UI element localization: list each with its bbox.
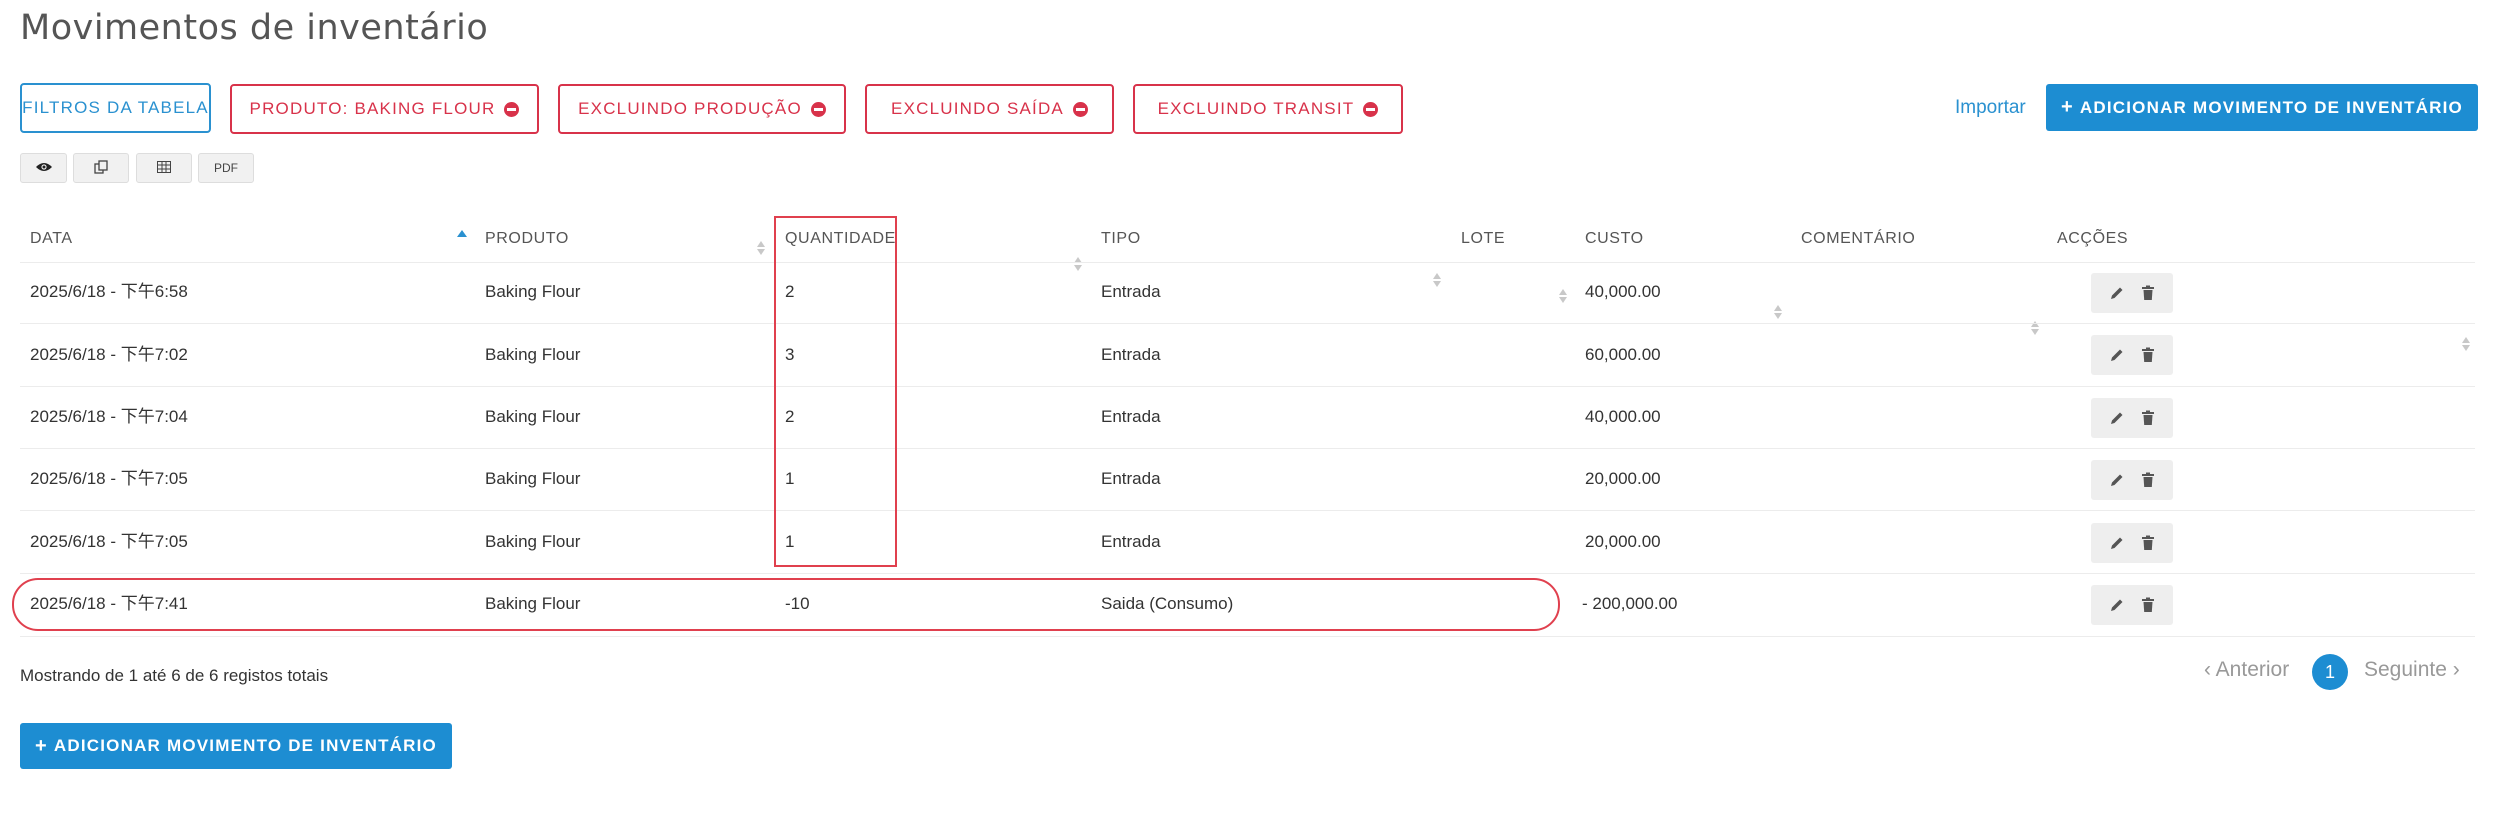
pencil-icon[interactable] (2106, 344, 2128, 366)
column-header-type[interactable]: TIPO (1101, 224, 1141, 254)
pencil-icon[interactable] (2106, 407, 2128, 429)
filter-chip-excluding-exit[interactable]: EXCLUINDO SAÍDA (865, 84, 1114, 134)
copy-icon (94, 159, 108, 177)
remove-filter-icon[interactable] (1072, 101, 1088, 117)
cell-cost: 20,000.00 (1585, 532, 1661, 551)
column-header-actions[interactable]: ACÇÕES (2057, 224, 2128, 254)
cell-cost: 40,000.00 (1585, 407, 1661, 426)
pencil-icon[interactable] (2106, 532, 2128, 554)
row-divider (20, 448, 2475, 449)
cell-cost: - 200,000.00 (1582, 594, 1678, 613)
row-divider (20, 323, 2475, 324)
pencil-icon[interactable] (2106, 282, 2128, 304)
sort-icon[interactable] (2461, 336, 2471, 352)
row-actions (2091, 523, 2173, 563)
add-inventory-movement-label: ADICIONAR MOVIMENTO DE INVENTÁRIO (53, 736, 437, 755)
pdf-export-button[interactable]: PDF (198, 153, 254, 183)
cell-date: 2025/6/18 - 下午7:04 (30, 407, 188, 426)
remove-filter-icon[interactable] (810, 101, 826, 117)
filter-chip-label: EXCLUINDO PRODUÇÃO (578, 99, 802, 118)
row-actions (2091, 585, 2173, 625)
filter-chip-label: EXCLUINDO SAÍDA (891, 99, 1064, 118)
column-header-lot[interactable]: LOTE (1461, 224, 1505, 254)
filter-chip-excluding-production[interactable]: EXCLUINDO PRODUÇÃO (558, 84, 846, 134)
trash-icon[interactable] (2137, 532, 2159, 554)
table-filters-button[interactable]: FILTROS DA TABELA (20, 83, 211, 133)
pagination-page-current[interactable]: 1 (2312, 654, 2348, 690)
pdf-label: PDF (214, 161, 238, 175)
cell-cost: 40,000.00 (1585, 282, 1661, 301)
cell-type: Entrada (1101, 532, 1161, 551)
cell-type: Entrada (1101, 407, 1161, 426)
pagination-next[interactable]: Seguinte › (2364, 658, 2460, 682)
add-inventory-movement-button-bottom[interactable]: + ADICIONAR MOVIMENTO DE INVENTÁRIO (20, 723, 452, 769)
row-actions (2091, 398, 2173, 438)
pencil-icon[interactable] (2106, 594, 2128, 616)
sort-icon[interactable] (1558, 288, 1568, 304)
plus-icon: + (35, 734, 48, 757)
sort-icon[interactable] (1073, 256, 1083, 272)
trash-icon[interactable] (2137, 594, 2159, 616)
cell-type: Entrada (1101, 345, 1161, 364)
table-header-divider (20, 262, 2475, 263)
column-header-cost[interactable]: CUSTO (1585, 224, 1644, 254)
cell-type: Entrada (1101, 469, 1161, 488)
quantity-column-highlight (774, 216, 897, 567)
trash-icon[interactable] (2137, 407, 2159, 429)
row-actions (2091, 460, 2173, 500)
cell-date: 2025/6/18 - 下午7:05 (30, 532, 188, 551)
row-actions (2091, 335, 2173, 375)
row-divider (20, 386, 2475, 387)
column-header-date[interactable]: DATA (30, 224, 73, 254)
page-title: Movimentos de inventário (20, 8, 489, 48)
sort-ascending-icon[interactable] (456, 229, 467, 239)
trash-icon[interactable] (2137, 344, 2159, 366)
cell-date: 2025/6/18 - 下午6:58 (30, 282, 188, 301)
pencil-icon[interactable] (2106, 469, 2128, 491)
sort-icon[interactable] (1432, 272, 1442, 288)
pagination-previous[interactable]: ‹ Anterior (2204, 658, 2289, 682)
consumption-row-highlight (12, 578, 1560, 631)
cell-date: 2025/6/18 - 下午7:05 (30, 469, 188, 488)
filter-chip-label: PRODUTO: BAKING FLOUR (249, 99, 496, 118)
trash-icon[interactable] (2137, 282, 2159, 304)
trash-icon[interactable] (2137, 469, 2159, 491)
filter-chip-label: EXCLUINDO TRANSIT (1157, 99, 1355, 118)
cell-date: 2025/6/18 - 下午7:02 (30, 345, 188, 364)
row-divider (20, 573, 2475, 574)
plus-icon: + (2061, 96, 2074, 118)
cell-product: Baking Flour (485, 469, 581, 488)
cell-product: Baking Flour (485, 532, 581, 551)
cell-type: Entrada (1101, 282, 1161, 301)
table-icon (157, 160, 171, 176)
add-inventory-movement-label: ADICIONAR MOVIMENTO DE INVENTÁRIO (2079, 97, 2463, 117)
table-info: Mostrando de 1 até 6 de 6 registos totai… (20, 666, 329, 685)
remove-filter-icon[interactable] (1363, 101, 1379, 117)
row-divider (20, 636, 2475, 637)
sort-icon[interactable] (1773, 304, 1783, 320)
cell-product: Baking Flour (485, 345, 581, 364)
filter-chip-excluding-transit[interactable]: EXCLUINDO TRANSIT (1133, 84, 1403, 134)
row-divider (20, 510, 2475, 511)
column-header-comment[interactable]: COMENTÁRIO (1801, 224, 1915, 254)
add-inventory-movement-button[interactable]: + ADICIONAR MOVIMENTO DE INVENTÁRIO (2046, 84, 2478, 131)
cell-product: Baking Flour (485, 282, 581, 301)
column-visibility-button[interactable] (20, 153, 67, 183)
import-link[interactable]: Importar (1955, 97, 2026, 119)
remove-filter-icon[interactable] (504, 101, 520, 117)
filter-chip-product[interactable]: PRODUTO: BAKING FLOUR (230, 84, 539, 134)
excel-export-button[interactable] (136, 153, 192, 183)
cell-cost: 60,000.00 (1585, 345, 1661, 364)
column-header-product[interactable]: PRODUTO (485, 224, 569, 254)
eye-icon (35, 161, 53, 176)
copy-button[interactable] (73, 153, 129, 183)
cell-product: Baking Flour (485, 407, 581, 426)
table-filters-label: FILTROS DA TABELA (22, 98, 209, 117)
row-actions (2091, 273, 2173, 313)
cell-cost: 20,000.00 (1585, 469, 1661, 488)
sort-icon[interactable] (756, 240, 766, 256)
